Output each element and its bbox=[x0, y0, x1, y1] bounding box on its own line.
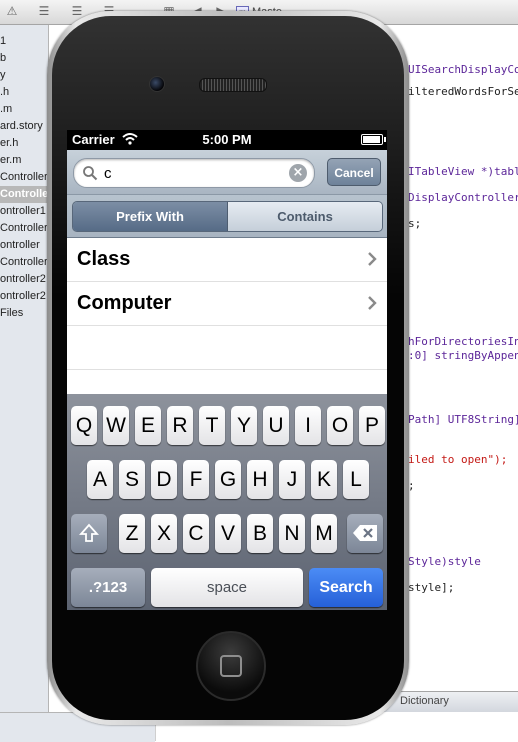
list-icon[interactable]: ☰ bbox=[37, 4, 51, 18]
camera-icon bbox=[149, 76, 165, 92]
key-f[interactable]: F bbox=[183, 460, 209, 499]
key-q[interactable]: Q bbox=[71, 406, 97, 445]
scope-contains[interactable]: Contains bbox=[228, 202, 382, 231]
key-i[interactable]: I bbox=[295, 406, 321, 445]
navigator-item[interactable]: ontroller1 bbox=[0, 203, 46, 220]
navigator-item[interactable]: ard.story bbox=[0, 118, 43, 135]
key-k[interactable]: K bbox=[311, 460, 337, 499]
shift-icon bbox=[78, 523, 100, 542]
code-line: ilteredWordsForSe bbox=[408, 85, 518, 98]
code-line: iled to open"); bbox=[408, 453, 508, 466]
home-square-icon bbox=[220, 655, 242, 677]
navigator-item[interactable]: er.m bbox=[0, 152, 21, 169]
search-key[interactable]: Search bbox=[309, 568, 383, 607]
project-navigator: 1 b y .h .m ard.story er.h er.m Controller Contro… bbox=[0, 25, 49, 741]
navigator-item[interactable]: ontroller2 bbox=[0, 288, 46, 305]
row-label: Class bbox=[77, 248, 131, 270]
cancel-button[interactable]: Cancel bbox=[327, 158, 381, 186]
code-line: style]; bbox=[408, 581, 455, 594]
chevron-right-icon bbox=[368, 252, 377, 266]
key-r[interactable]: R bbox=[167, 406, 193, 445]
search-bar: × Cancel bbox=[67, 150, 387, 195]
numbers-key[interactable]: .?123 bbox=[71, 568, 145, 607]
code-line: Path] UTF8String] bbox=[408, 413, 518, 426]
key-t[interactable]: T bbox=[199, 406, 225, 445]
home-button[interactable] bbox=[196, 631, 266, 701]
key-x[interactable]: X bbox=[151, 514, 177, 553]
key-n[interactable]: N bbox=[279, 514, 305, 553]
navigator-item[interactable]: .m bbox=[0, 101, 12, 118]
key-w[interactable]: W bbox=[103, 406, 129, 445]
code-line: DisplayController bbox=[408, 191, 518, 204]
shift-key[interactable] bbox=[71, 514, 107, 553]
key-e[interactable]: E bbox=[135, 406, 161, 445]
key-h[interactable]: H bbox=[247, 460, 273, 499]
key-y[interactable]: Y bbox=[231, 406, 257, 445]
key-d[interactable]: D bbox=[151, 460, 177, 499]
navigator-item[interactable]: Controller bbox=[0, 186, 48, 203]
key-u[interactable]: U bbox=[263, 406, 289, 445]
results-table: Class Computer bbox=[67, 238, 387, 370]
key-a[interactable]: A bbox=[87, 460, 113, 499]
code-line: s; bbox=[408, 217, 422, 230]
debug-bar-label: Dictionary bbox=[400, 695, 449, 707]
search-field[interactable]: × bbox=[73, 158, 315, 188]
table-row[interactable]: Computer bbox=[67, 282, 387, 326]
navigator-item[interactable]: b bbox=[0, 50, 6, 67]
keyboard: Q W E R T Y U I O P A S D F G H J K L Z X C V B N M .?123 space Sear… bbox=[67, 394, 387, 610]
scope-prefix-with[interactable]: Prefix With bbox=[73, 202, 228, 231]
key-z[interactable]: Z bbox=[119, 514, 145, 553]
navigator-item[interactable]: Controller bbox=[0, 169, 48, 186]
scope-bar: Prefix With Contains bbox=[67, 195, 387, 238]
list-icon[interactable]: ☰ bbox=[70, 4, 84, 18]
scope-segmented-control: Prefix With Contains bbox=[72, 201, 383, 232]
navigator-item[interactable]: y bbox=[0, 67, 6, 84]
clock: 5:00 PM bbox=[202, 132, 252, 147]
search-input[interactable] bbox=[104, 164, 284, 182]
key-g[interactable]: G bbox=[215, 460, 241, 499]
clear-icon[interactable]: × bbox=[289, 164, 307, 182]
row-label: Computer bbox=[77, 292, 172, 314]
navigator-item[interactable]: Files bbox=[0, 305, 23, 322]
key-j[interactable]: J bbox=[279, 460, 305, 499]
code-line: hForDirectoriesIn bbox=[408, 335, 518, 348]
navigator-item[interactable]: .h bbox=[0, 84, 9, 101]
battery-icon bbox=[361, 134, 386, 145]
key-s[interactable]: S bbox=[119, 460, 145, 499]
navigator-item[interactable]: er.h bbox=[0, 135, 18, 152]
navigator-item[interactable]: ontroller2 bbox=[0, 271, 46, 288]
backspace-icon bbox=[353, 525, 377, 541]
navigator-item[interactable]: Controller bbox=[0, 254, 48, 271]
key-m[interactable]: M bbox=[311, 514, 337, 553]
code-line: UISearchDisplayCo bbox=[408, 63, 518, 76]
navigator-item[interactable]: Controller bbox=[0, 220, 48, 237]
code-line: :0] stringByAppen bbox=[408, 349, 518, 362]
key-v[interactable]: V bbox=[215, 514, 241, 553]
key-l[interactable]: L bbox=[343, 460, 369, 499]
simulator-screen: Carrier 5:00 PM × Cancel Prefix With Con… bbox=[67, 130, 387, 610]
warning-icon[interactable]: ⚠ bbox=[5, 4, 19, 18]
navigator-item[interactable]: 1 bbox=[0, 33, 6, 50]
navigator-item[interactable]: ontroller bbox=[0, 237, 40, 254]
key-b[interactable]: B bbox=[247, 514, 273, 553]
table-row-empty bbox=[67, 326, 387, 370]
code-line: ITableView *)tabl bbox=[408, 165, 518, 178]
status-bar: Carrier 5:00 PM bbox=[67, 130, 387, 150]
key-o[interactable]: O bbox=[327, 406, 353, 445]
search-icon bbox=[83, 166, 98, 181]
delete-key[interactable] bbox=[347, 514, 383, 553]
code-line: Style)style bbox=[408, 555, 481, 568]
key-c[interactable]: C bbox=[183, 514, 209, 553]
speaker-grille bbox=[199, 78, 267, 92]
table-row[interactable]: Class bbox=[67, 238, 387, 282]
key-p[interactable]: P bbox=[359, 406, 385, 445]
space-key[interactable]: space bbox=[151, 568, 303, 607]
chevron-right-icon bbox=[368, 296, 377, 310]
